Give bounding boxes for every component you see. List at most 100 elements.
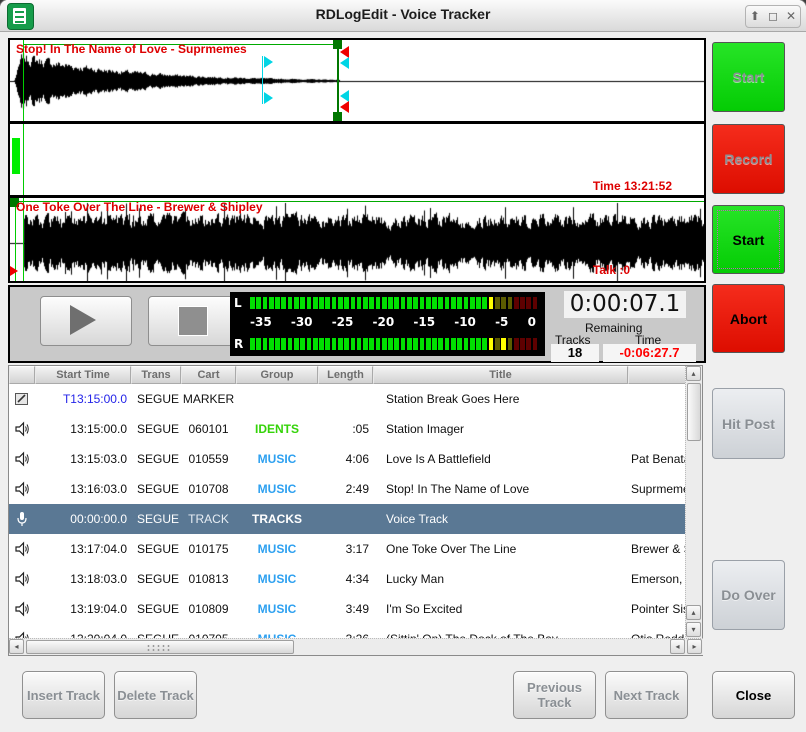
column-header-cart[interactable]: Cart <box>181 366 236 384</box>
end-marker-handle-bottom[interactable] <box>333 112 342 121</box>
waveform-lane-voice-track[interactable]: Time 13:21:52 <box>10 124 704 195</box>
meter-segment <box>470 297 475 309</box>
meter-right-label: R <box>234 337 250 351</box>
column-header-title[interactable]: Title <box>373 366 628 384</box>
waveform-lane-next-cart[interactable]: One Toke Over The Line - Brewer & Shiple… <box>10 198 704 281</box>
wall-time-label: Time 13:21:52 <box>593 179 672 193</box>
playhead-line <box>23 124 24 195</box>
hit-post-button[interactable]: Hit Post <box>712 388 785 459</box>
abort-button[interactable]: Abort <box>712 284 785 353</box>
start-next-button[interactable]: Start <box>712 205 785 274</box>
stop-button[interactable] <box>148 296 240 346</box>
log-row-selected[interactable]: 00:00:00.0SEGUETRACKTRACKSVoice Track <box>9 504 686 534</box>
scroll-down-icon[interactable]: ▾ <box>686 622 701 637</box>
cell-group: TRACKS <box>236 512 318 526</box>
meter-segment <box>482 338 487 350</box>
meter-segment <box>313 338 318 350</box>
cell-start-time: 13:18:03.0 <box>35 572 131 586</box>
close-button[interactable]: Close <box>712 671 795 719</box>
previous-track-button[interactable]: Previous Track <box>513 671 596 719</box>
window-title: RDLogEdit - Voice Tracker <box>0 6 806 22</box>
meter-segment <box>319 338 324 350</box>
meter-segment <box>445 297 450 309</box>
meter-segment <box>489 338 494 350</box>
insert-track-button[interactable]: Insert Track <box>22 671 105 719</box>
log-row[interactable]: 13:16:03.0SEGUE010708MUSIC2:49Stop! In T… <box>9 474 686 504</box>
column-header-artist[interactable] <box>628 366 686 384</box>
start-previous-button[interactable]: Start <box>712 42 785 112</box>
log-row[interactable]: 13:20:04.0SEGUE010705MUSIC3:26(Sittin' O… <box>9 624 686 639</box>
window-controls: ⬆ ◻ ✕ <box>745 5 801 28</box>
meter-segment <box>325 297 330 309</box>
meter-segment <box>432 297 437 309</box>
log-row[interactable]: 13:15:00.0SEGUE060101IDENTS:05Station Im… <box>9 414 686 444</box>
log-row[interactable]: T13:15:00.0SEGUEMARKERStation Break Goes… <box>9 384 686 414</box>
segue-end-handle-top[interactable] <box>340 57 349 69</box>
cell-start-time: 13:15:00.0 <box>35 422 131 436</box>
meter-segment <box>457 338 462 350</box>
vertical-scroll-thumb[interactable] <box>687 383 701 441</box>
fade-handle-bottom[interactable] <box>340 101 349 113</box>
cell-cart: 010813 <box>181 572 236 586</box>
scale-tick: -30 <box>291 315 313 329</box>
scroll-left-icon[interactable]: ◂ <box>670 639 685 654</box>
cell-length: 3:17 <box>318 542 373 556</box>
meter-segment <box>338 338 343 350</box>
cell-length: 3:49 <box>318 602 373 616</box>
log-row[interactable]: 13:15:03.0SEGUE010559MUSIC4:06Love Is A … <box>9 444 686 474</box>
record-position-bar[interactable] <box>12 138 20 174</box>
meter-segment <box>363 338 368 350</box>
log-row[interactable]: 13:19:04.0SEGUE010809MUSIC3:49I'm So Exc… <box>9 594 686 624</box>
cell-start-time: 13:16:03.0 <box>35 482 131 496</box>
meter-segment <box>401 338 406 350</box>
meter-right-bar <box>250 338 539 350</box>
waveform-lane-previous-cart[interactable]: Stop! In The Name of Love - Suprmemes <box>10 40 704 121</box>
log-row[interactable]: 13:18:03.0SEGUE010813MUSIC4:34Lucky ManE… <box>9 564 686 594</box>
cell-title: Station Break Goes Here <box>373 392 628 406</box>
next-track-button[interactable]: Next Track <box>605 671 688 719</box>
segue-start-handle-top[interactable] <box>264 56 273 68</box>
column-header-icon[interactable] <box>9 366 35 384</box>
talk-time-label: Talk :0 <box>593 263 630 277</box>
meter-segment <box>281 297 286 309</box>
column-header-length[interactable]: Length <box>318 366 373 384</box>
scroll-up-icon[interactable]: ▴ <box>686 605 701 620</box>
scroll-up-icon[interactable]: ▴ <box>686 366 701 381</box>
scroll-right-icon[interactable]: ▸ <box>687 639 702 654</box>
close-window-icon[interactable]: ✕ <box>786 6 796 27</box>
next-cart-title: One Toke Over The Line - Brewer & Shiple… <box>16 200 263 214</box>
shade-window-icon[interactable]: ⬆ <box>750 6 760 27</box>
delete-track-button[interactable]: Delete Track <box>114 671 197 719</box>
column-header-trans[interactable]: Trans <box>131 366 181 384</box>
do-over-button[interactable]: Do Over <box>712 560 785 630</box>
cell-group: MUSIC <box>236 572 318 586</box>
meter-segment <box>269 297 274 309</box>
meter-segment <box>476 297 481 309</box>
meter-segment <box>401 297 406 309</box>
fade-in-handle[interactable] <box>10 266 18 276</box>
segue-start-handle-bottom[interactable] <box>264 92 273 104</box>
titlebar[interactable]: RDLogEdit - Voice Tracker ⬆ ◻ ✕ <box>0 0 806 32</box>
meter-segment <box>451 297 456 309</box>
meter-segment <box>394 297 399 309</box>
meter-segment <box>520 297 525 309</box>
mic-icon <box>9 511 35 527</box>
cell-artist: Pointer Sisters <box>628 602 686 616</box>
meter-segment <box>426 338 431 350</box>
horizontal-scrollbar[interactable]: ◂ ◂ ▸ <box>9 638 703 655</box>
column-header-start-time[interactable]: Start Time <box>35 366 131 384</box>
maximize-window-icon[interactable]: ◻ <box>768 6 778 27</box>
log-row[interactable]: 13:17:04.0SEGUE010175MUSIC3:17One Toke O… <box>9 534 686 564</box>
scale-tick: -5 <box>495 315 508 329</box>
meter-segment <box>394 338 399 350</box>
meter-segment <box>457 297 462 309</box>
horizontal-scroll-thumb[interactable] <box>26 640 294 654</box>
stop-icon <box>178 306 208 336</box>
scroll-left-icon[interactable]: ◂ <box>9 639 24 654</box>
scale-tick: -35 <box>250 315 272 329</box>
cell-trans: SEGUE <box>131 392 181 406</box>
record-button[interactable]: Record <box>712 124 785 194</box>
play-button[interactable] <box>40 296 132 346</box>
vertical-scrollbar[interactable]: ▴ ▴ ▾ <box>685 366 702 639</box>
column-header-group[interactable]: Group <box>236 366 318 384</box>
